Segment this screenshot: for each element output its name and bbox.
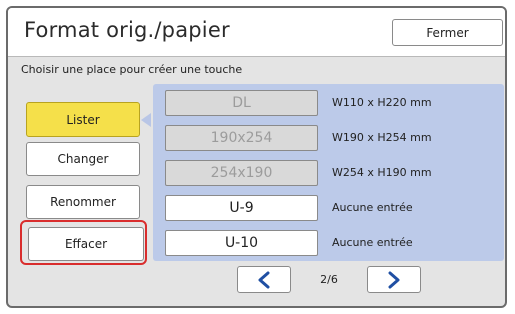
chevron-left-icon bbox=[258, 271, 270, 288]
dialog-window: Format orig./papier Fermer Choisir une p… bbox=[6, 6, 507, 308]
header-bar: Format orig./papier Fermer bbox=[8, 8, 505, 57]
slot-size-190x254: W190 x H254 mm bbox=[332, 131, 432, 144]
slot-button-u10[interactable]: U-10 bbox=[165, 230, 318, 256]
chevron-right-icon bbox=[388, 271, 400, 288]
slot-button-254x190[interactable]: 254x190 bbox=[165, 160, 318, 186]
slot-button-190x254[interactable]: 190x254 bbox=[165, 125, 318, 151]
change-button[interactable]: Changer bbox=[26, 142, 140, 176]
next-page-button[interactable] bbox=[367, 266, 421, 293]
selection-pointer bbox=[141, 113, 151, 127]
list-button[interactable]: Lister bbox=[26, 102, 140, 137]
delete-button[interactable]: Effacer bbox=[28, 227, 144, 261]
previous-page-button[interactable] bbox=[237, 266, 291, 293]
instruction-text: Choisir une place pour créer une touche bbox=[21, 63, 243, 76]
slot-size-u9: Aucune entrée bbox=[332, 201, 413, 214]
slot-size-254x190: W254 x H190 mm bbox=[332, 166, 432, 179]
slot-panel: DL W110 x H220 mm 190x254 W190 x H254 mm… bbox=[153, 84, 504, 261]
slot-size-dl: W110 x H220 mm bbox=[332, 96, 432, 109]
slot-button-dl[interactable]: DL bbox=[165, 90, 318, 116]
page-title: Format orig./papier bbox=[24, 18, 230, 42]
slot-button-u9[interactable]: U-9 bbox=[165, 195, 318, 221]
close-button[interactable]: Fermer bbox=[392, 19, 503, 46]
slot-size-u10: Aucune entrée bbox=[332, 236, 413, 249]
page-indicator: 2/6 bbox=[320, 273, 338, 286]
rename-button[interactable]: Renommer bbox=[26, 185, 140, 219]
